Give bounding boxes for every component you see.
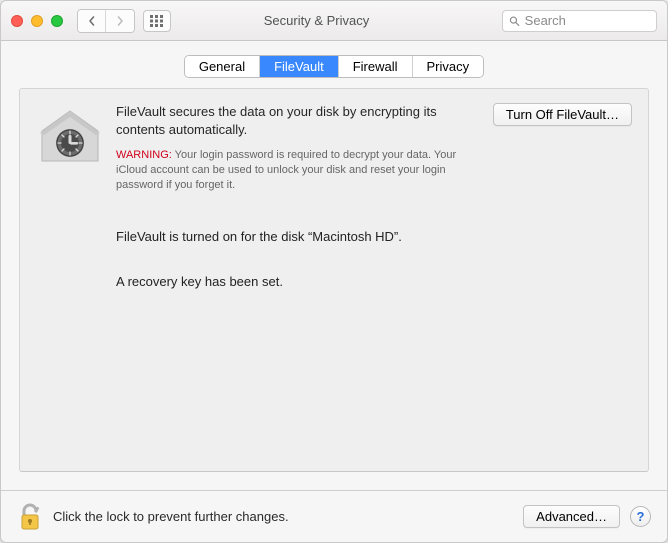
chevron-right-icon	[115, 16, 125, 26]
footer: Click the lock to prevent further change…	[1, 490, 667, 542]
minimize-window-button[interactable]	[31, 15, 43, 27]
filevault-panel: FileVault secures the data on your disk …	[19, 88, 649, 472]
grid-icon	[150, 15, 164, 27]
window-title: Security & Privacy	[179, 13, 494, 28]
search-icon	[509, 15, 520, 27]
filevault-house-icon	[36, 103, 104, 171]
close-window-button[interactable]	[11, 15, 23, 27]
traffic-lights	[11, 15, 63, 27]
advanced-button[interactable]: Advanced…	[523, 505, 620, 528]
warning-block: WARNING: Your login password is required…	[116, 148, 460, 193]
chevron-left-icon	[87, 16, 97, 26]
intro-text: FileVault secures the data on your disk …	[116, 103, 460, 138]
search-input[interactable]	[525, 13, 650, 28]
forward-button[interactable]	[106, 10, 134, 32]
warning-label: WARNING:	[116, 149, 172, 161]
maximize-window-button[interactable]	[51, 15, 63, 27]
tab-filevault[interactable]: FileVault	[260, 56, 339, 77]
tab-firewall[interactable]: Firewall	[339, 56, 413, 77]
back-button[interactable]	[78, 10, 106, 32]
preferences-window: Security & Privacy General FileVault Fir…	[0, 0, 668, 543]
content-area: FileVault secures the data on your disk …	[1, 88, 667, 490]
titlebar: Security & Privacy	[1, 1, 667, 41]
show-all-button[interactable]	[143, 10, 171, 32]
tab-general[interactable]: General	[185, 56, 260, 77]
tabs: General FileVault Firewall Privacy	[184, 55, 484, 78]
intro-column: FileVault secures the data on your disk …	[116, 103, 460, 193]
turn-off-filevault-button[interactable]: Turn Off FileVault…	[493, 103, 632, 126]
tabbar: General FileVault Firewall Privacy	[1, 41, 667, 88]
recovery-key-status: A recovery key has been set.	[116, 274, 632, 289]
lock-hint-text: Click the lock to prevent further change…	[53, 509, 513, 524]
search-field[interactable]	[502, 10, 657, 32]
tab-privacy[interactable]: Privacy	[413, 56, 484, 77]
help-button[interactable]: ?	[630, 506, 651, 527]
lock-icon[interactable]	[17, 502, 43, 532]
back-forward-nav	[77, 9, 135, 33]
filevault-status: FileVault is turned on for the disk “Mac…	[116, 229, 632, 244]
